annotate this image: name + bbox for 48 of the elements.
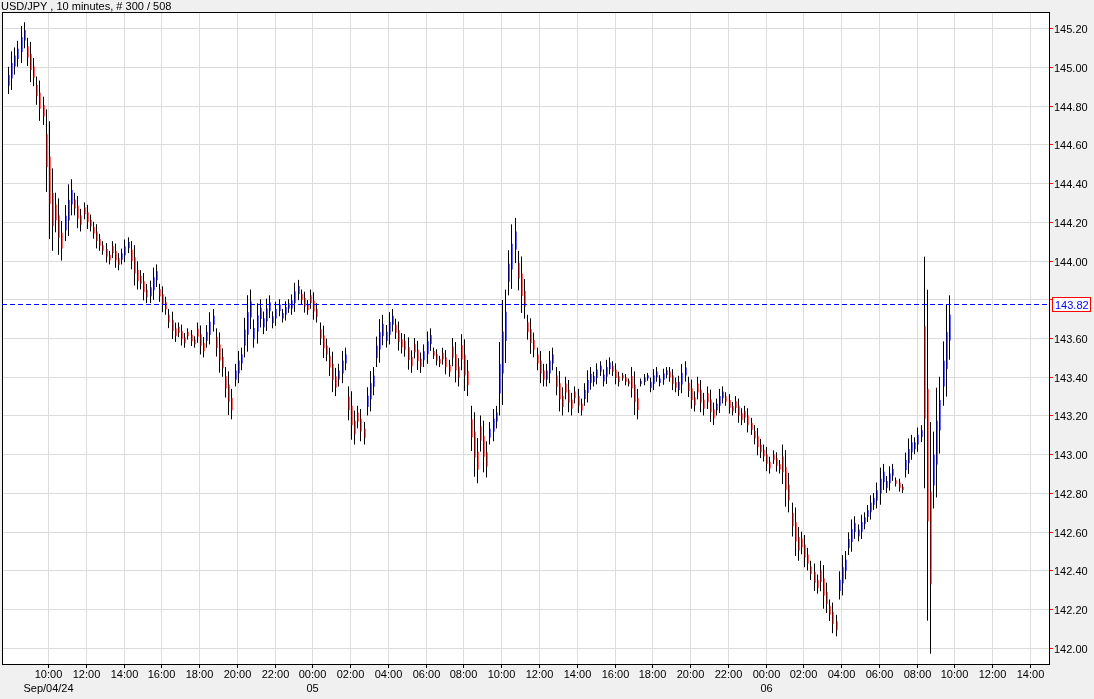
axis-label: 14:00: [1016, 668, 1045, 680]
axis-label: 18:00: [638, 668, 667, 680]
axis-label: 144.00: [1054, 255, 1088, 268]
axis-label: 06:00: [865, 668, 894, 680]
axis-label: 02:00: [789, 668, 818, 680]
axis-label: 144.60: [1054, 138, 1088, 151]
axis-label: 06:00: [412, 668, 441, 680]
axis-label: 12:00: [978, 668, 1007, 680]
axis-label: 16:00: [601, 668, 630, 680]
axis-label: 14:00: [563, 668, 592, 680]
axis-label: 18:00: [185, 668, 214, 680]
axis-label: 20:00: [676, 668, 705, 680]
axis-label: 08:00: [903, 668, 932, 680]
axis-label: 143.40: [1054, 371, 1088, 384]
axis-label: 10:00: [34, 668, 63, 680]
date-label: 06: [760, 682, 773, 694]
axis-label: 144.80: [1054, 100, 1088, 113]
axis-label: 142.20: [1054, 603, 1088, 616]
axis-label: 00:00: [298, 668, 327, 680]
axis-label: 00:00: [752, 668, 781, 680]
axis-label: 12:00: [525, 668, 554, 680]
axis-label: 142.80: [1054, 487, 1088, 500]
date-label: Sep/04/24: [23, 682, 74, 694]
axis-label: 144.20: [1054, 216, 1088, 229]
axis-label: 14:00: [110, 668, 139, 680]
axis-label: 16:00: [147, 668, 176, 680]
axis-label: 142.00: [1054, 642, 1088, 655]
axis-label: 143.20: [1054, 409, 1088, 422]
axis-label: 08:00: [449, 668, 478, 680]
date-label: 05: [306, 682, 319, 694]
axis-label: 144.40: [1054, 177, 1088, 190]
axis-label: 142.40: [1054, 564, 1088, 577]
axis-label: 02:00: [336, 668, 365, 680]
axis-label: 145.00: [1054, 61, 1088, 74]
price-label: 143.82: [1052, 297, 1091, 312]
axis-label: 142.60: [1054, 526, 1088, 539]
axis-label: 22:00: [714, 668, 743, 680]
axis-label: 20:00: [223, 668, 252, 680]
axis-label: 04:00: [374, 668, 403, 680]
axis-label: 12:00: [72, 668, 101, 680]
axis-label: 10:00: [940, 668, 969, 680]
axis-label: 22:00: [261, 668, 290, 680]
axis-label: 143.60: [1054, 332, 1088, 345]
axis-label: 143.00: [1054, 448, 1088, 461]
axis-label: 04:00: [827, 668, 856, 680]
chart-title: USD/JPY , 10 minutes, # 300 / 508: [0, 0, 173, 12]
axis-label: 10:00: [487, 668, 516, 680]
axis-label: 145.20: [1054, 22, 1088, 35]
